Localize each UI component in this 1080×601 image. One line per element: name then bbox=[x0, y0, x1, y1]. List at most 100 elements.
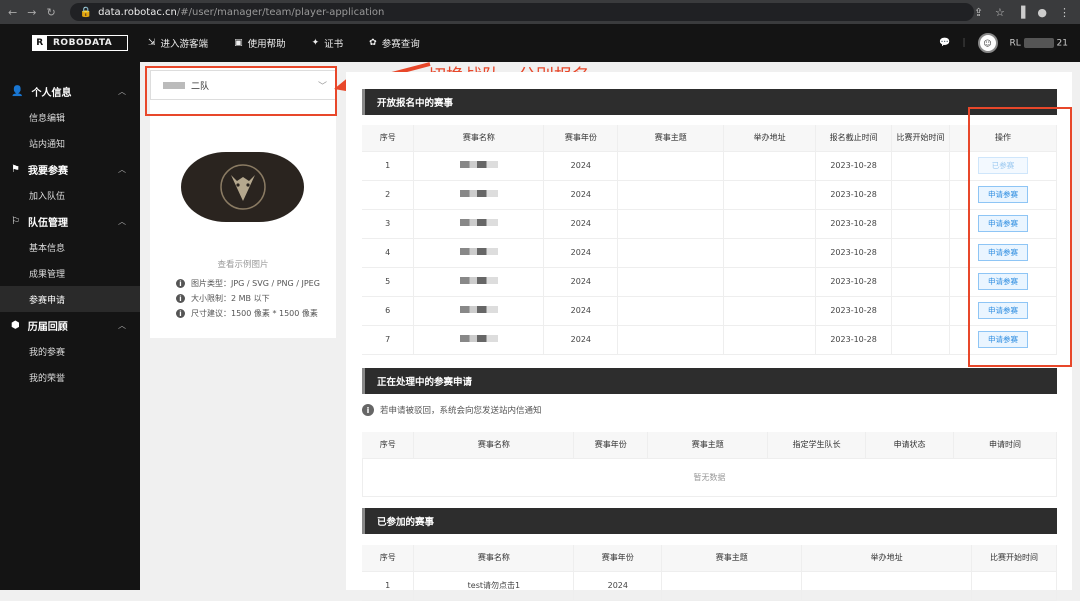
cell-no: 5 bbox=[362, 267, 415, 297]
sidebar-item-join-team[interactable]: 加入队伍 bbox=[0, 182, 140, 208]
section-open-title: 开放报名中的赛事 bbox=[362, 89, 1057, 115]
col-header: 比赛开始时间 bbox=[891, 125, 950, 152]
forward-icon[interactable]: → bbox=[27, 6, 36, 19]
share-icon[interactable]: ⇪ bbox=[974, 6, 983, 19]
sidebar-group-history[interactable]: ⬢ 历届回顾 ︿ bbox=[0, 312, 140, 338]
info-icon: i bbox=[362, 404, 374, 416]
highlight-box-actions bbox=[968, 107, 1072, 367]
table-header-row: 序号 赛事名称 赛事年份 赛事主题 指定学生队长 申请状态 申请时间 bbox=[362, 432, 1057, 459]
cell-deadline: 2023-10-28 bbox=[815, 238, 893, 268]
competition-name-redacted bbox=[459, 161, 498, 168]
user-name[interactable]: RL 21 bbox=[1009, 37, 1068, 49]
cell-no: 3 bbox=[362, 209, 415, 239]
col-header: 序号 bbox=[362, 545, 415, 572]
cell-theme bbox=[617, 238, 725, 268]
table-header-row: 序号 赛事名称 赛事年份 赛事主题 举办地址 比赛开始时间 bbox=[362, 545, 1057, 572]
sidebar-item-application[interactable]: 参赛申请 bbox=[0, 286, 140, 312]
joined-table: 序号 赛事名称 赛事年份 赛事主题 举办地址 比赛开始时间 1 test请勿点击… bbox=[362, 545, 1057, 601]
cell-no: 2 bbox=[362, 180, 415, 210]
user-name-redacted bbox=[1023, 37, 1054, 48]
cell-no: 1 bbox=[362, 151, 415, 181]
nav-label: 证书 bbox=[324, 39, 344, 50]
col-header: 比赛开始时间 bbox=[971, 545, 1057, 572]
cell-theme bbox=[617, 325, 725, 355]
cube-icon: ⬢ bbox=[11, 319, 20, 331]
address-bar[interactable]: 🔒 data.robotac.cn /#/user/manager/team/p… bbox=[69, 3, 974, 21]
cell-theme bbox=[617, 296, 725, 326]
cell-name bbox=[413, 296, 545, 326]
section-tick bbox=[362, 368, 365, 394]
nav-certificate[interactable]: ✦ 证书 bbox=[312, 36, 344, 50]
profile-icon[interactable]: ● bbox=[1037, 6, 1047, 19]
competition-name-redacted bbox=[459, 219, 498, 226]
top-nav: ⇲ 进入游客端 ▣ 使用帮助 ✦ 证书 ✿ 参赛查询 bbox=[148, 36, 420, 50]
cell-theme bbox=[617, 180, 725, 210]
competition-name-redacted bbox=[459, 306, 498, 313]
reject-notice: i 若申请被驳回，系统会向您发送站内信通知 bbox=[362, 404, 542, 416]
message-icon[interactable]: 💬 bbox=[939, 38, 950, 48]
cell-start bbox=[891, 325, 950, 355]
hint-dimension: i 尺寸建议：1500 像素 * 1500 像素 bbox=[176, 308, 318, 319]
nav-visitor[interactable]: ⇲ 进入游客端 bbox=[148, 36, 208, 50]
cell-deadline: 2023-10-28 bbox=[815, 180, 893, 210]
sidebar-item-results[interactable]: 成果管理 bbox=[0, 260, 140, 286]
avatar[interactable]: ☺ bbox=[977, 33, 998, 53]
sidebar-item-my-competitions[interactable]: 我的参赛 bbox=[0, 338, 140, 364]
cell-address bbox=[723, 238, 817, 268]
sidebar-group-personal[interactable]: 👤 个人信息 ︿ bbox=[0, 78, 140, 104]
wolf-emblem-icon bbox=[219, 164, 266, 210]
section-tick bbox=[362, 89, 365, 115]
sidebar-item-notifications[interactable]: 站内通知 bbox=[0, 130, 140, 156]
cell-address bbox=[801, 571, 973, 601]
nav-help[interactable]: ▣ 使用帮助 bbox=[234, 36, 286, 50]
sidebar-group-join[interactable]: ⚑ 我要参赛 ︿ bbox=[0, 156, 140, 182]
competition-name-redacted bbox=[459, 277, 498, 284]
col-header: 序号 bbox=[362, 432, 415, 459]
nav-label: 使用帮助 bbox=[247, 39, 286, 50]
sidebar-group-team[interactable]: ⚐ 队伍管理 ︿ bbox=[0, 208, 140, 234]
sidepanel-icon[interactable]: ▐ bbox=[1017, 6, 1025, 19]
empty-state: 暂无数据 bbox=[362, 459, 1057, 497]
cell-name bbox=[413, 325, 545, 355]
nav-label: 参赛查询 bbox=[381, 39, 420, 50]
col-header: 赛事名称 bbox=[413, 432, 575, 459]
sidebar: 👤 个人信息 ︿ 信息编辑 站内通知 ⚑ 我要参赛 ︿ 加入队伍 ⚐ 队伍管理 ︿ 基本信息… bbox=[0, 62, 140, 590]
cell-address bbox=[723, 325, 817, 355]
cell-name bbox=[413, 180, 545, 210]
hint-text: 图片类型：JPG / SVG / PNG / JPEG bbox=[191, 279, 320, 288]
bookmark-star-icon[interactable]: ☆ bbox=[995, 6, 1005, 19]
col-header: 赛事主题 bbox=[661, 545, 803, 572]
back-icon[interactable]: ← bbox=[8, 6, 17, 19]
sidebar-item-info-edit[interactable]: 信息编辑 bbox=[0, 104, 140, 130]
cell-name bbox=[413, 267, 545, 297]
team-image[interactable] bbox=[181, 152, 304, 222]
nav-query[interactable]: ✿ 参赛查询 bbox=[369, 36, 420, 50]
cell-no: 7 bbox=[362, 325, 415, 355]
person-icon: 👤 bbox=[11, 85, 24, 97]
cell-address bbox=[723, 180, 817, 210]
table-row: 5 2024 2023-10-28 申请参赛 bbox=[362, 267, 1057, 297]
flag-icon: ⚑ bbox=[11, 163, 20, 175]
example-image-link[interactable]: 查看示例图片 bbox=[150, 258, 336, 270]
col-header: 赛事主题 bbox=[647, 432, 769, 459]
cell-year: 2024 bbox=[543, 325, 619, 355]
hint-text: 尺寸建议：1500 像素 * 1500 像素 bbox=[191, 309, 318, 318]
col-header: 赛事年份 bbox=[543, 125, 619, 152]
sidebar-item-my-honors[interactable]: 我的荣誉 bbox=[0, 364, 140, 390]
user-name-prefix: RL bbox=[1009, 38, 1021, 49]
cell-start bbox=[891, 238, 950, 268]
cell-year: 2024 bbox=[543, 151, 619, 181]
section-title: 正在处理中的参赛申请 bbox=[377, 377, 473, 388]
robodata-logo[interactable]: R ROBODATA bbox=[32, 35, 128, 51]
cell-year: 2024 bbox=[543, 238, 619, 268]
menu-kebab-icon[interactable]: ⋮ bbox=[1059, 6, 1070, 19]
enter-icon: ⇲ bbox=[148, 38, 156, 48]
help-icon: ▣ bbox=[234, 38, 243, 48]
sidebar-item-basic-info[interactable]: 基本信息 bbox=[0, 234, 140, 260]
reload-icon[interactable]: ↻ bbox=[46, 6, 55, 19]
lock-icon: 🔒 bbox=[79, 6, 93, 18]
col-header: 申请时间 bbox=[953, 432, 1057, 459]
competition-name-redacted bbox=[459, 248, 498, 255]
table-row: 6 2024 2023-10-28 申请参赛 bbox=[362, 296, 1057, 326]
col-header: 指定学生队长 bbox=[767, 432, 867, 459]
